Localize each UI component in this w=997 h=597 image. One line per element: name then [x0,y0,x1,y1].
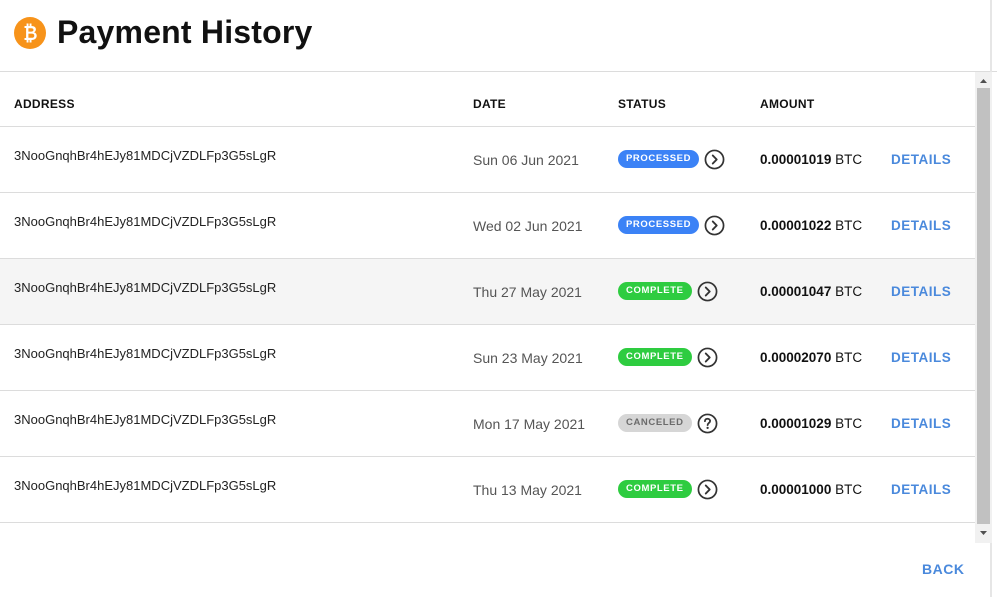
amount-value: 0.00001019 [760,152,832,167]
amount-value: 0.00002070 [760,350,832,365]
address-cell: 3NooGnqhBr4hEJy81MDCjVZDLFp3G5sLgR [14,280,277,295]
amount-cell: 0.00001019 BTC [760,152,862,167]
vertical-scrollbar[interactable] [975,72,992,543]
status-badge: COMPLETE [618,480,692,498]
status-badge: COMPLETE [618,282,692,300]
amount-unit: BTC [835,152,863,167]
status-cell: COMPLETE [618,279,718,303]
status-badge: COMPLETE [618,348,692,366]
amount-unit: BTC [835,218,863,233]
amount-unit: BTC [835,416,863,431]
amount-unit: BTC [835,284,863,299]
amount-unit: BTC [835,350,863,365]
details-link[interactable]: DETAILS [891,152,951,167]
status-cell: COMPLETE [618,477,718,501]
page-title: Payment History [57,14,313,50]
address-cell: 3NooGnqhBr4hEJy81MDCjVZDLFp3G5sLgR [14,412,277,427]
details-link[interactable]: DETAILS [891,350,951,365]
address-cell: 3NooGnqhBr4hEJy81MDCjVZDLFp3G5sLgR [14,346,277,361]
date-cell: Thu 13 May 2021 [473,482,582,498]
chevron-right-circle-icon[interactable] [697,479,718,500]
table-row: 3NooGnqhBr4hEJy81MDCjVZDLFp3G5sLgR Sun 2… [0,325,975,391]
table-header: ADDRESS DATE STATUS AMOUNT [0,72,975,127]
amount-cell: 0.00001029 BTC [760,416,862,431]
address-cell: 3NooGnqhBr4hEJy81MDCjVZDLFp3G5sLgR [14,148,277,163]
column-header-amount: AMOUNT [760,97,815,111]
date-cell: Sun 23 May 2021 [473,350,583,366]
status-badge: PROCESSED [618,150,700,168]
back-button[interactable]: BACK [922,561,964,577]
chevron-right-circle-icon[interactable] [704,149,725,170]
chevron-right-circle-icon[interactable] [704,215,725,236]
table-row: 3NooGnqhBr4hEJy81MDCjVZDLFp3G5sLgR Mon 1… [0,391,975,457]
status-cell: CANCELED [618,411,718,435]
details-link[interactable]: DETAILS [891,218,951,233]
date-cell: Thu 27 May 2021 [473,284,582,300]
scroll-up-arrow-icon[interactable] [975,76,992,86]
date-cell: Wed 02 Jun 2021 [473,218,583,234]
address-cell: 3NooGnqhBr4hEJy81MDCjVZDLFp3G5sLgR [14,214,277,229]
table-row: 3NooGnqhBr4hEJy81MDCjVZDLFp3G5sLgR Wed 0… [0,193,975,259]
date-cell: Mon 17 May 2021 [473,416,586,432]
details-link[interactable]: DETAILS [891,284,951,299]
status-badge: PROCESSED [618,216,700,234]
status-cell: PROCESSED [618,147,725,171]
details-link[interactable]: DETAILS [891,416,951,431]
amount-value: 0.00001000 [760,482,832,497]
date-cell: Sun 06 Jun 2021 [473,152,579,168]
question-circle-icon[interactable] [697,413,718,434]
amount-value: 0.00001029 [760,416,832,431]
column-header-date: DATE [473,97,506,111]
column-header-status: STATUS [618,97,667,111]
page-header: Payment History [0,0,997,72]
payment-table: ADDRESS DATE STATUS AMOUNT 3NooGnqhBr4hE… [0,72,975,523]
table-row: 3NooGnqhBr4hEJy81MDCjVZDLFp3G5sLgR Sun 0… [0,127,975,193]
scroll-down-arrow-icon[interactable] [975,528,992,538]
column-header-address: ADDRESS [14,97,75,111]
amount-cell: 0.00002070 BTC [760,350,862,365]
details-link[interactable]: DETAILS [891,482,951,497]
status-cell: PROCESSED [618,213,725,237]
amount-cell: 0.00001022 BTC [760,218,862,233]
address-cell: 3NooGnqhBr4hEJy81MDCjVZDLFp3G5sLgR [14,478,277,493]
scrollbar-thumb[interactable] [977,88,990,524]
status-cell: COMPLETE [618,345,718,369]
table-row: 3NooGnqhBr4hEJy81MDCjVZDLFp3G5sLgR Thu 2… [0,259,975,325]
amount-value: 0.00001047 [760,284,832,299]
amount-unit: BTC [835,482,863,497]
bitcoin-logo-icon [14,17,46,49]
table-row: 3NooGnqhBr4hEJy81MDCjVZDLFp3G5sLgR Thu 1… [0,457,975,523]
amount-value: 0.00001022 [760,218,832,233]
chevron-right-circle-icon[interactable] [697,281,718,302]
amount-cell: 0.00001000 BTC [760,482,862,497]
chevron-right-circle-icon[interactable] [697,347,718,368]
status-badge: CANCELED [618,414,692,432]
amount-cell: 0.00001047 BTC [760,284,862,299]
